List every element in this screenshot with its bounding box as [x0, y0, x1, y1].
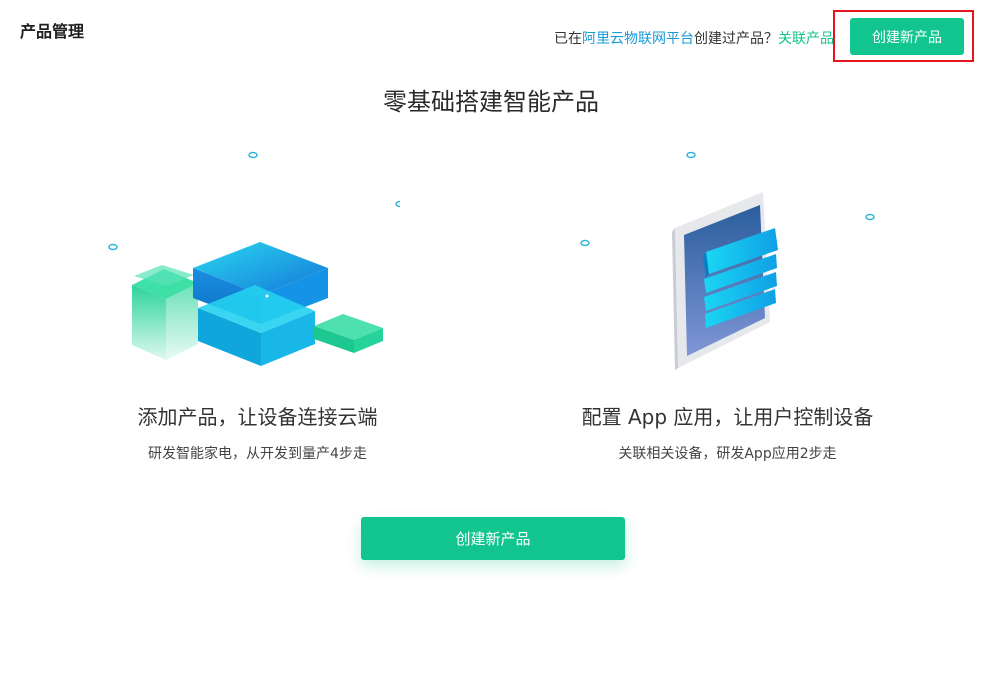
iot-platform-link[interactable]: 阿里云物联网平台: [582, 31, 694, 47]
page-title: 产品管理: [20, 22, 85, 41]
link-existing-product-link[interactable]: 关联产品: [778, 31, 834, 47]
prompt-prefix: 已在: [554, 31, 582, 47]
card-title-add-product: 添加产品，让设备连接云端: [137, 405, 378, 429]
hero-title: 零基础搭建智能产品: [383, 88, 599, 116]
existing-product-prompt: 已在阿里云物联网平台创建过产品？关联产品: [554, 28, 834, 48]
card-desc-add-product: 研发智能家电，从开发到量产4步走: [148, 446, 367, 462]
card-desc-configure-app: 关联相关设备，研发App应用2步走: [618, 446, 837, 462]
prompt-suffix: 创建过产品？: [694, 31, 778, 47]
create-product-button-top[interactable]: 创建新产品: [850, 18, 964, 55]
create-product-button-main[interactable]: 创建新产品: [361, 517, 625, 560]
tablet-app-illustration: [580, 151, 875, 370]
card-title-configure-app: 配置 App 应用，让用户控制设备: [581, 405, 874, 429]
cloud-cubes-illustration: [108, 151, 400, 366]
